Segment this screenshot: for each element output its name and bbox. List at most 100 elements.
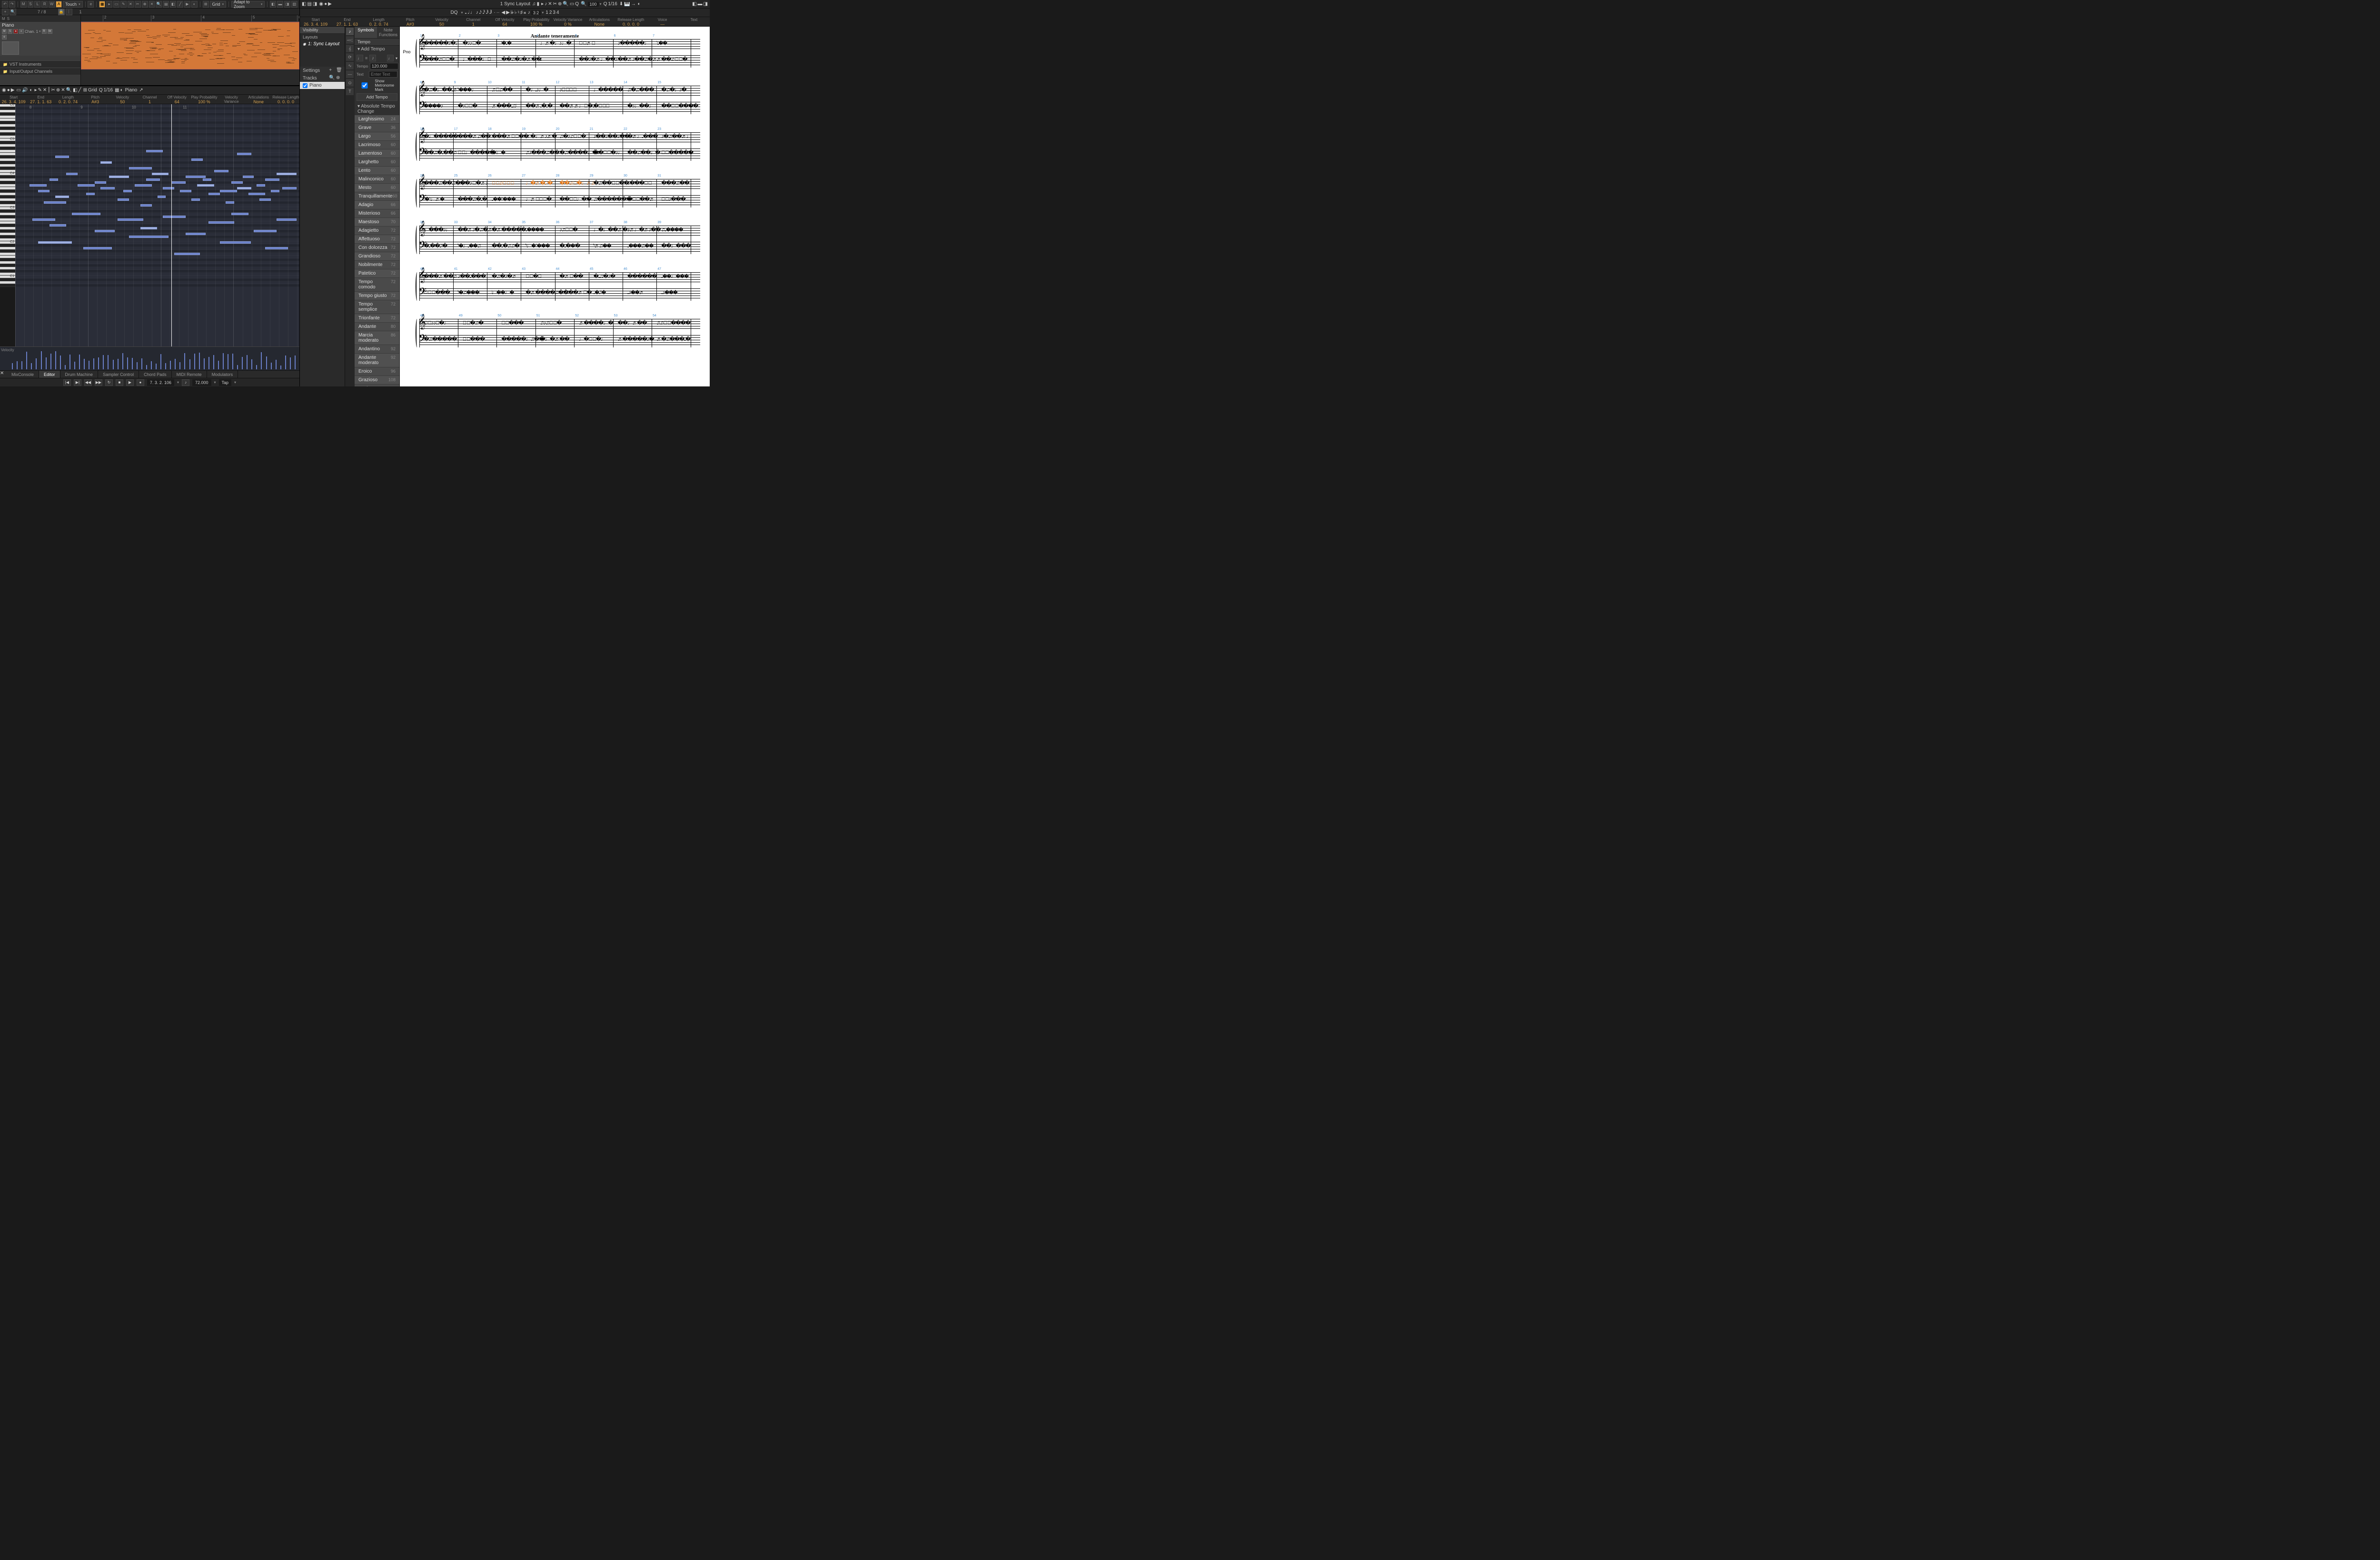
velocity-bar[interactable] [204,358,205,369]
note-32nd[interactable]: 𝅘𝅥𝅰 [483,10,485,15]
midi-note[interactable] [243,176,254,178]
notes[interactable]: ♩��𝅯�♩ [579,337,605,342]
velocity-bar[interactable] [160,354,161,369]
play[interactable]: ▶ [126,379,134,386]
play-tool[interactable]: ▶ [184,1,190,8]
editor-split-tool[interactable]: ✂ [51,88,55,93]
notes[interactable]: 𝅘���♫�� [627,244,653,249]
score-zoom[interactable]: 🔍 [563,1,568,7]
info-cell[interactable]: Length0. 2. 0. 74 [363,17,394,26]
midi-note[interactable] [231,181,243,184]
notes[interactable]: ♫♪���♫�� [526,150,559,156]
velocity-bar[interactable] [12,363,13,369]
velocity-bar[interactable] [266,356,267,369]
midi-note[interactable] [38,241,72,244]
notes[interactable]: �♪♩��♩ [627,104,654,109]
notes[interactable]: �♩𝅘♪♩� [526,88,548,93]
velocity-bar[interactable] [103,355,104,369]
tempo-item[interactable]: Misterioso66 [355,209,399,218]
undo-button[interactable]: ↶ [2,1,8,8]
velocity-bar[interactable] [232,354,233,369]
record-editor[interactable]: ● [7,88,10,93]
enh-sharp2[interactable]: 𝄪 [524,10,526,15]
voice-2[interactable]: 2 [549,10,552,15]
agents-tracks[interactable]: ⊕ [336,75,342,81]
score-solo[interactable]: ◉ [319,1,323,7]
write-button[interactable]: W [49,1,55,8]
voice-3[interactable]: 3 [553,10,555,15]
editor-part-select[interactable]: Piano [125,88,138,93]
notes[interactable]: ��♬𝅘�𝅘� [526,104,552,109]
velocity-bar[interactable] [84,359,85,369]
notes[interactable]: ��𝅘�♫♫� [492,244,519,249]
tempo-item[interactable]: Tranquillamente60 [355,192,399,201]
notes[interactable]: ♪��♪��♪�� [594,134,629,139]
velocity-bar[interactable] [223,353,224,369]
info-cell[interactable]: Start26. 3. 4. 109 [0,95,27,104]
time-position[interactable]: 7. 3. 2. 106 [147,379,174,386]
midi-note[interactable] [214,170,228,172]
midi-note[interactable] [174,253,200,255]
velocity-bar[interactable] [113,360,114,369]
score-quantize-apply[interactable]: Q [604,1,607,7]
notes[interactable]: 𝅥♩��♩� [492,290,514,296]
lower-tab-drum-machine[interactable]: Drum Machine [60,371,99,378]
velocity-bar[interactable] [170,361,171,369]
lower-tab-modulators[interactable]: Modulators [207,371,238,378]
notes[interactable]: ♫♫�𝅮���� [656,321,690,326]
header-s[interactable]: S [7,17,10,21]
notes[interactable]: ��♩♬�� [618,321,647,326]
tempo-item[interactable]: Lacrimoso60 [355,141,399,149]
velocity-bar[interactable] [108,355,109,369]
info-cell[interactable]: Velocity50 [109,95,136,104]
notes[interactable]: ♪��♪𝅥�♬♪ [458,181,488,186]
tempo-item[interactable]: Marcia moderato86 [355,331,399,345]
editor-trim-tool[interactable]: ⎮ [48,88,50,93]
score-select-tool[interactable]: ▸ [541,1,544,7]
editor-glue-tool[interactable]: ⊕ [56,88,60,93]
dotted[interactable]: · [494,10,495,15]
equals-note-btn[interactable]: ♪ [369,55,376,61]
notes[interactable]: ♪����𝅥 [627,181,652,186]
velocity-bar[interactable] [141,358,142,369]
info-cell[interactable]: Velocity50 [426,17,457,26]
range-tool[interactable]: ▭ [113,1,119,8]
info-cell[interactable]: Velocity Variance0 % [218,95,245,104]
tempo-track-toggle[interactable]: ♪ [182,379,189,386]
velocity-bar[interactable] [280,365,281,369]
notes[interactable]: ���♫�𝅯� [424,57,455,62]
velocity-bar[interactable] [46,357,47,369]
show-info[interactable]: ▭ [16,88,20,93]
velocity-bar[interactable] [290,357,291,369]
midi-note[interactable] [282,187,297,189]
midi-note[interactable] [158,196,166,198]
editor-zoom-tool[interactable]: 🔍 [66,88,72,93]
notes[interactable]: ♫�♪♫�𝅮� [560,134,586,139]
notes[interactable]: 𝅥𝅥�𝅘� [501,41,511,46]
notes[interactable]: ♩𝅮��♬𝅯� [560,290,592,296]
notes[interactable]: ♪�����♩ [618,41,649,46]
midi-note[interactable] [163,187,174,189]
midi-note[interactable] [146,178,160,181]
tempo-item[interactable]: Adagio66 [355,201,399,209]
midi-clip-piano[interactable] [81,22,299,69]
notes[interactable]: �𝅮♪♪𝅘�♩ [424,321,449,326]
lower-tab-sampler-control[interactable]: Sampler Control [98,371,139,378]
warp-tool[interactable]: ◧ [170,1,176,8]
notes[interactable]: �𝅘♬𝅥�♪� [594,274,615,279]
notes[interactable]: ���♫�� [661,181,689,186]
notes[interactable]: ♬����♩� [579,321,613,326]
notes[interactable]: ��♫�𝅘��♫ [424,150,456,156]
header-m[interactable]: M [2,17,5,21]
notes[interactable]: ���♫�𝅘� [458,197,487,202]
score-symbols-zone[interactable]: ▤ [307,1,311,7]
midi-note[interactable] [231,213,248,215]
tempo-item[interactable]: Tempo semplice72 [355,300,399,314]
velocity-bar[interactable] [285,355,286,369]
velocity-bar[interactable] [237,365,238,369]
zone-lower[interactable]: ▬ [277,1,283,8]
midi-note[interactable] [44,201,67,204]
notes[interactable]: ♩♬𝅥�𝅯� [526,197,551,202]
notes[interactable]: �𝅯����� [661,150,693,156]
score-layout-tool[interactable]: ▭ [570,1,574,7]
